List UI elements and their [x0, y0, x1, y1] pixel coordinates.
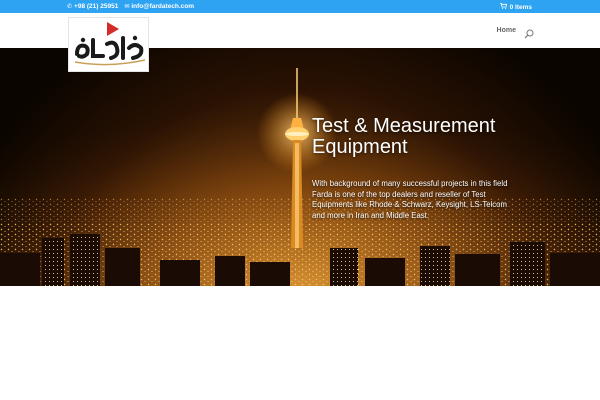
main-header: Home — [0, 13, 600, 72]
email-contact[interactable]: ✉ info@fardatech.com — [124, 3, 194, 10]
logo-graphic — [74, 22, 146, 66]
contact-info: ✆ +98 (21) 25951 ✉ info@fardatech.com — [67, 3, 194, 10]
main-nav: Home — [497, 27, 516, 34]
hero-section: Test & Measurement Equipment With backgr… — [0, 48, 600, 286]
envelope-icon: ✉ — [124, 3, 130, 10]
cart-link[interactable]: 0 Items — [499, 3, 532, 11]
cart-count: 0 Items — [509, 3, 532, 11]
nav-item-home[interactable]: Home — [497, 27, 516, 34]
phone-number: +98 (21) 25951 — [74, 3, 119, 10]
site-logo[interactable] — [68, 17, 149, 72]
phone-contact[interactable]: ✆ +98 (21) 25951 — [67, 3, 118, 10]
phone-icon: ✆ — [67, 3, 73, 10]
hero-title: Test & Measurement Equipment — [312, 115, 496, 158]
search-icon[interactable] — [524, 26, 534, 39]
top-bar: ✆ +98 (21) 25951 ✉ info@fardatech.com 0 … — [0, 0, 600, 13]
hero-description: With background of many successful proje… — [312, 179, 508, 220]
cart-icon — [499, 3, 507, 11]
email-address: info@fardatech.com — [131, 3, 195, 10]
city-skyline-image — [0, 48, 600, 286]
